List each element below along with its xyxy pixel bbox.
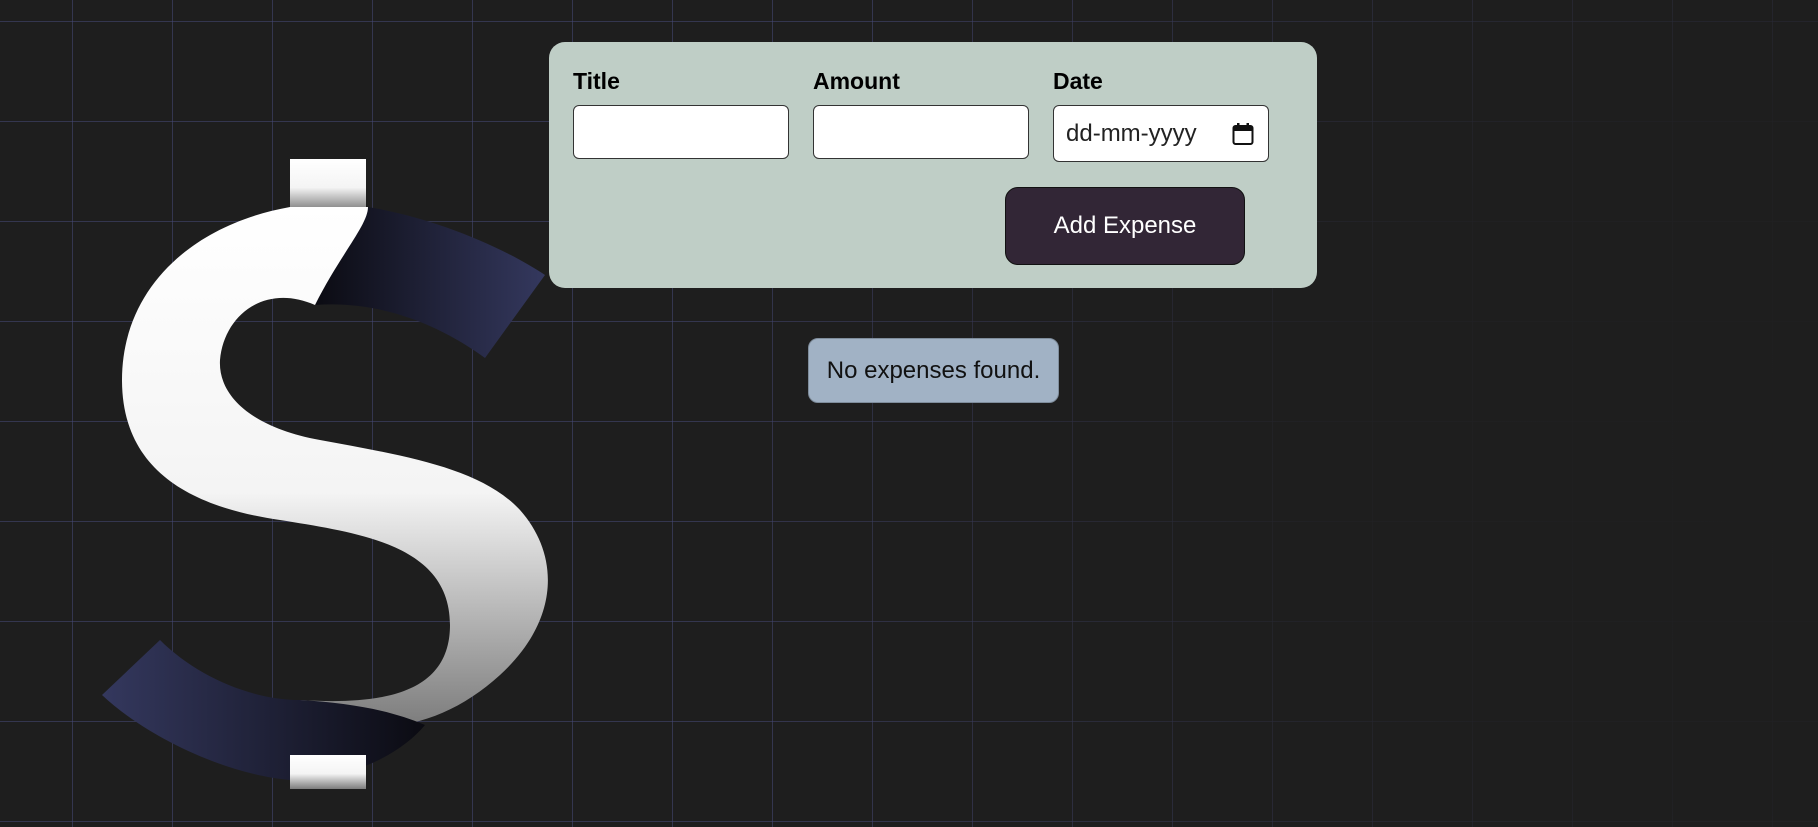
amount-label: Amount bbox=[813, 68, 900, 94]
calendar-icon[interactable] bbox=[1232, 122, 1254, 146]
amount-input[interactable] bbox=[813, 105, 1029, 159]
date-input[interactable]: dd-mm-yyyy bbox=[1053, 105, 1269, 162]
date-placeholder: dd-mm-yyyy bbox=[1066, 119, 1197, 147]
date-field-group: Date dd-mm-yyyy bbox=[1053, 66, 1269, 162]
empty-expenses-message: No expenses found. bbox=[808, 338, 1059, 403]
add-expense-form: Title Amount Date dd-mm-yyyy Add Expense bbox=[549, 42, 1317, 288]
title-field-group: Title bbox=[573, 66, 789, 159]
title-label: Title bbox=[573, 68, 620, 94]
dollar-sign-icon bbox=[102, 159, 548, 789]
add-expense-button[interactable]: Add Expense bbox=[1005, 187, 1245, 265]
app-background: Title Amount Date dd-mm-yyyy Add Expense… bbox=[0, 0, 1818, 827]
title-input[interactable] bbox=[573, 105, 789, 159]
amount-field-group: Amount bbox=[813, 66, 1029, 159]
date-label: Date bbox=[1053, 68, 1103, 94]
